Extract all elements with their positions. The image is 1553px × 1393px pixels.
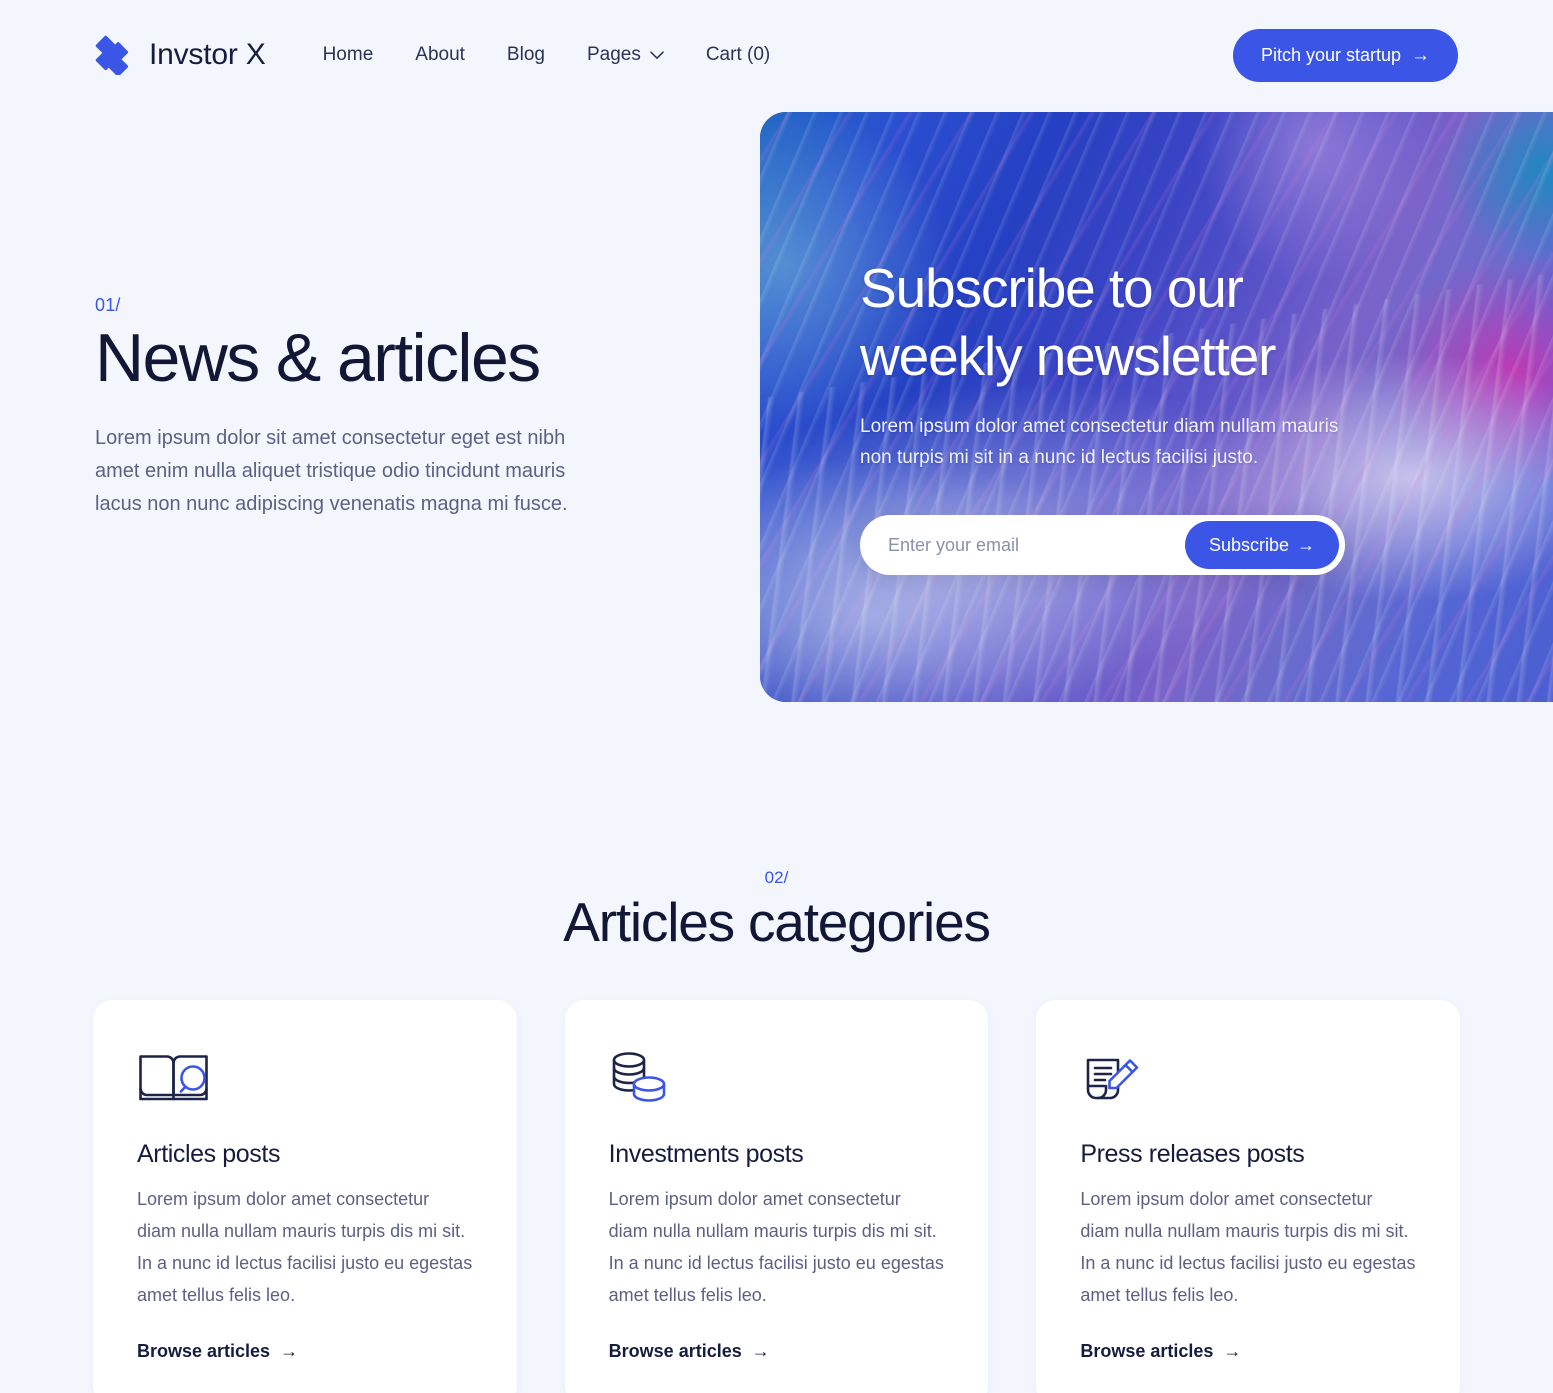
arrow-right-icon: → — [1297, 534, 1315, 555]
category-card[interactable]: Investments posts Lorem ipsum dolor amet… — [564, 1000, 989, 1393]
nav-label: Cart (0) — [705, 44, 771, 65]
email-input[interactable] — [888, 534, 1185, 556]
categories-card-grid: Articles posts Lorem ipsum dolor amet co… — [93, 1000, 1461, 1393]
chevron-down-icon — [650, 50, 664, 59]
hero-section: 01/ News & articles Lorem ipsum dolor si… — [0, 110, 1553, 810]
newsletter-card: Subscribe to our weekly newsletter Lorem… — [760, 112, 1553, 702]
main-nav: Home About Blog Pages Cart (0) — [302, 36, 792, 74]
arrow-right-icon: → — [1411, 44, 1430, 66]
nav-item-about[interactable]: About — [394, 36, 486, 74]
categories-eyebrow: 02/ — [764, 868, 789, 887]
hero-description: Lorem ipsum dolor sit amet consectetur e… — [95, 427, 568, 516]
nav-item-blog[interactable]: Blog — [486, 36, 566, 74]
category-card[interactable]: Articles posts Lorem ipsum dolor amet co… — [93, 1000, 517, 1393]
categories-title: Articles categories — [563, 891, 991, 953]
card-description: Lorem ipsum dolor amet consectetur diam … — [1080, 1189, 1416, 1306]
nav-label: Pages — [586, 44, 641, 65]
card-title: Articles posts — [137, 1140, 281, 1168]
subscribe-button[interactable]: Subscribe → — [1184, 521, 1339, 570]
card-title: Investments posts — [608, 1140, 804, 1168]
arrow-right-icon: → — [1223, 1341, 1242, 1362]
categories-heading-block: 02/ Articles categories — [0, 868, 1553, 954]
four-diamonds-logo-icon — [95, 35, 129, 75]
coin-stack-icon — [612, 1052, 665, 1102]
hero-eyebrow: 01/ — [95, 295, 121, 315]
page-title: News & articles — [95, 320, 541, 396]
nav-item-home[interactable]: Home — [302, 36, 395, 74]
browse-articles-link[interactable]: Browse articles → — [137, 1341, 473, 1362]
card-icon-slot — [609, 1048, 945, 1106]
open-book-magnifier-icon — [139, 1055, 208, 1101]
browse-articles-label: Browse articles — [608, 1341, 742, 1362]
newsletter-title: Subscribe to our weekly newsletter — [860, 257, 1276, 388]
hero-text-block: 01/ News & articles Lorem ipsum dolor si… — [95, 295, 655, 521]
browse-articles-label: Browse articles — [1080, 1341, 1214, 1362]
card-description: Lorem ipsum dolor amet consectetur diam … — [137, 1189, 473, 1306]
arrow-right-icon: → — [751, 1341, 770, 1362]
newsletter-subscribe-form: Subscribe → — [860, 515, 1345, 576]
subscribe-button-label: Subscribe — [1208, 534, 1289, 555]
nav-item-cart[interactable]: Cart (0) — [685, 36, 791, 74]
nav-label: Home — [322, 44, 374, 65]
pitch-button-label: Pitch your startup — [1260, 44, 1401, 65]
card-title: Press releases posts — [1080, 1140, 1305, 1168]
card-description: Lorem ipsum dolor amet consectetur diam … — [608, 1189, 944, 1306]
nav-label: Blog — [506, 44, 545, 65]
card-icon-slot — [1080, 1048, 1416, 1106]
newsletter-content: Subscribe to our weekly newsletter Lorem… — [860, 254, 1360, 576]
nav-label: About — [415, 44, 465, 65]
pitch-your-startup-button[interactable]: Pitch your startup → — [1232, 28, 1458, 82]
nav-item-pages[interactable]: Pages — [566, 36, 685, 74]
page-root: Invstor X Home About Blog Pages Cart (0) — [0, 0, 1553, 1393]
brand-logo-link[interactable]: Invstor X — [95, 35, 266, 75]
site-header: Invstor X Home About Blog Pages Cart (0) — [0, 0, 1553, 110]
category-card[interactable]: Press releases posts Lorem ipsum dolor a… — [1036, 1000, 1461, 1393]
brand-name: Invstor X — [149, 38, 266, 71]
browse-articles-label: Browse articles — [137, 1341, 271, 1362]
card-icon-slot — [137, 1048, 473, 1106]
browse-articles-link[interactable]: Browse articles → — [1080, 1341, 1416, 1362]
document-pencil-icon — [1087, 1058, 1139, 1100]
newsletter-description: Lorem ipsum dolor amet consectetur diam … — [860, 416, 1339, 468]
browse-articles-link[interactable]: Browse articles → — [609, 1341, 945, 1362]
arrow-right-icon: → — [280, 1341, 299, 1362]
